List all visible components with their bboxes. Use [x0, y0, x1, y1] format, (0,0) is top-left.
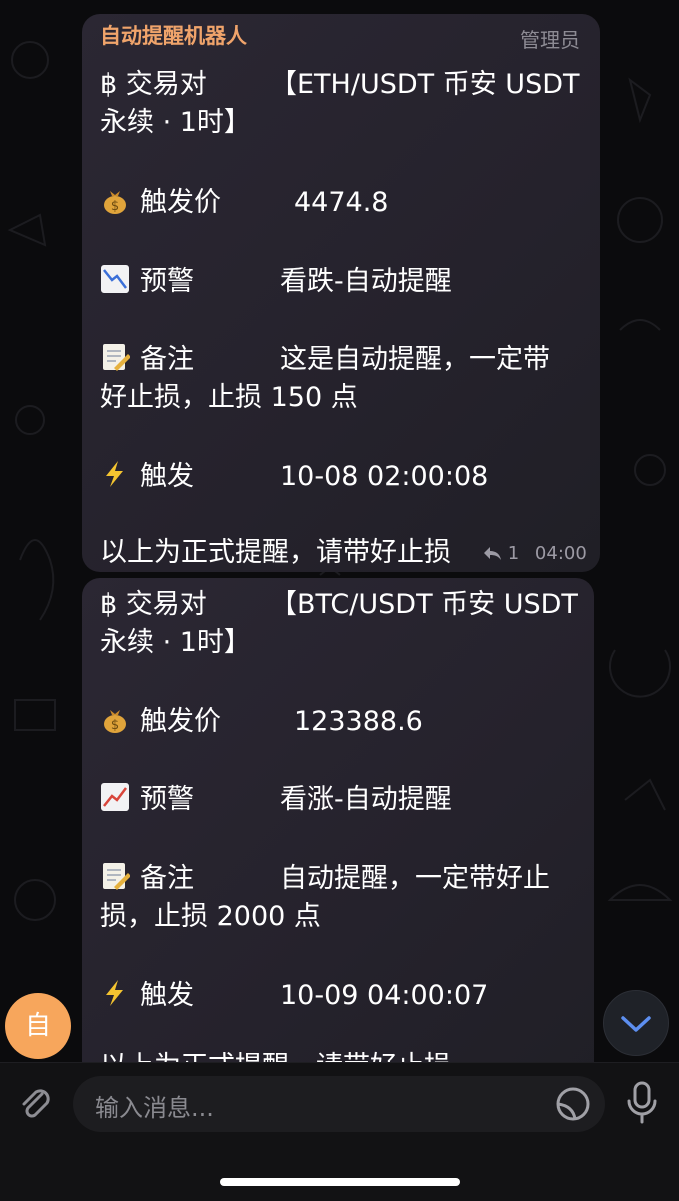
price-label: 触发价	[140, 706, 221, 737]
scroll-down-button[interactable]	[603, 990, 669, 1056]
lightning-icon	[106, 461, 123, 487]
alert-value: 看涨-自动提醒	[280, 784, 452, 815]
admin-badge: 管理员	[520, 28, 580, 52]
reply-count: 1	[507, 543, 520, 564]
price-row: $ 触发价	[100, 184, 221, 222]
svg-text:$: $	[111, 718, 119, 733]
price-value: 4474.8	[294, 187, 389, 218]
alert-label: 预警	[140, 784, 194, 815]
lightning-icon	[106, 980, 123, 1006]
reply-icon	[484, 547, 501, 560]
bot-avatar[interactable]: 自	[5, 993, 71, 1059]
pair-label: 交易对	[125, 69, 207, 100]
alert-label: 预警	[140, 266, 194, 297]
note-value-cont: 好止损，止损 150 点	[100, 382, 358, 413]
chart-increasing-icon	[101, 783, 129, 811]
chevron-down-icon	[621, 1016, 651, 1032]
pair-label: 交易对	[125, 589, 207, 620]
note-row: 备注	[100, 860, 194, 898]
price-value: 123388.6	[294, 706, 423, 737]
alert-row: 预警	[100, 263, 194, 301]
note-row: 备注	[100, 341, 194, 379]
message-time: 04:00	[534, 543, 587, 564]
pair-value-cont: 永续 · 1时】	[100, 107, 251, 138]
trigger-row: 触发	[100, 458, 194, 496]
trigger-row: 触发	[100, 977, 194, 1015]
alert-value: 看跌-自动提醒	[280, 266, 452, 297]
chart-decreasing-icon	[101, 265, 129, 293]
money-bag-icon: $	[104, 710, 126, 733]
message-bubble[interactable]: ฿ 交易对 【BTC/USDT 币安 USDT 永续 · 1时】 $ 触发价 1…	[82, 578, 594, 1098]
composer-bar: 输入消息...	[0, 1062, 679, 1201]
alert-row: 预警	[100, 781, 194, 819]
pair-row: ฿ 交易对	[100, 586, 207, 624]
pair-value: 【ETH/USDT 币安 USDT	[270, 69, 580, 100]
pair-value-cont: 永续 · 1时】	[100, 627, 251, 658]
note-label: 备注	[140, 863, 194, 894]
footer-text: 以上为正式提醒，请带好止损	[100, 537, 451, 568]
note-value-cont: 损，止损 2000 点	[100, 901, 321, 932]
price-label: 触发价	[140, 187, 221, 218]
message-meta: 1 04:00	[482, 543, 587, 564]
memo-icon	[103, 863, 130, 890]
microphone-icon[interactable]	[622, 1079, 662, 1129]
money-bag-icon: $	[104, 191, 126, 214]
trigger-value: 10-09 04:00:07	[280, 980, 489, 1011]
bitcoin-icon: ฿	[100, 589, 118, 620]
message-input[interactable]: 输入消息...	[73, 1076, 605, 1132]
price-row: $ 触发价	[100, 703, 221, 741]
sender-name[interactable]: 自动提醒机器人	[100, 20, 247, 50]
trigger-value: 10-08 02:00:08	[280, 461, 489, 492]
note-label: 备注	[140, 344, 194, 375]
memo-icon	[103, 344, 130, 371]
note-value: 这是自动提醒，一定带	[280, 344, 550, 375]
message-bubble[interactable]: 自动提醒机器人 管理员 ฿ 交易对 【ETH/USDT 币安 USDT 永续 ·…	[82, 14, 600, 572]
paperclip-icon[interactable]	[14, 1082, 58, 1126]
home-indicator	[220, 1178, 460, 1186]
note-value: 自动提醒，一定带好止	[280, 863, 550, 894]
message-input-placeholder: 输入消息...	[95, 1094, 214, 1122]
pair-row: ฿ 交易对	[100, 66, 207, 104]
pair-value: 【BTC/USDT 币安 USDT	[270, 589, 578, 620]
bitcoin-icon: ฿	[100, 69, 118, 100]
sticker-icon[interactable]	[553, 1084, 593, 1124]
trigger-label: 触发	[140, 461, 194, 492]
trigger-label: 触发	[140, 980, 194, 1011]
svg-text:$: $	[111, 199, 119, 214]
